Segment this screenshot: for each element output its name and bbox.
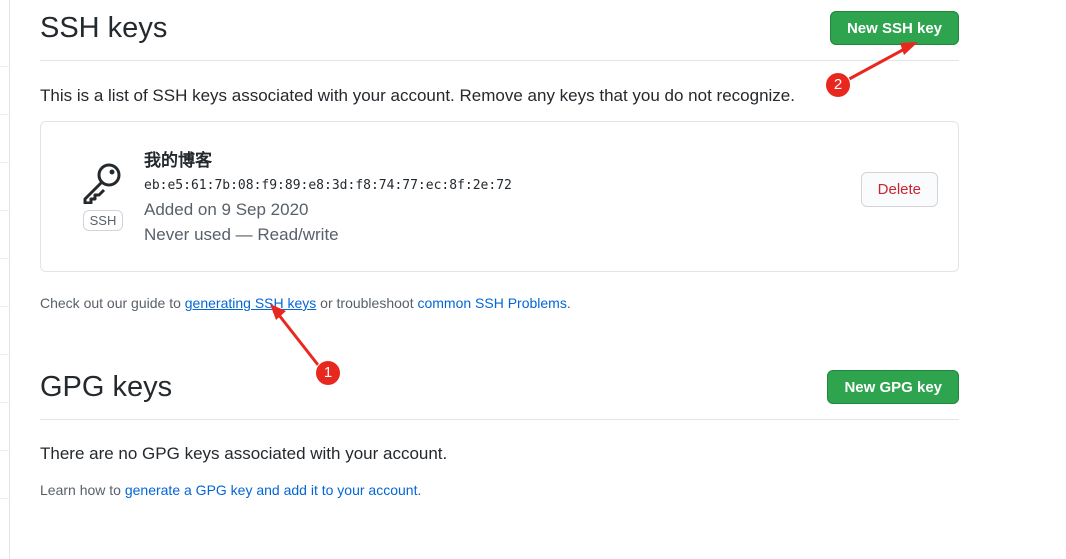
rail-divider	[0, 354, 10, 355]
ssh-key-name: 我的博客	[144, 151, 212, 170]
rail-divider	[0, 66, 10, 67]
rail-divider	[0, 162, 10, 163]
rail-divider	[0, 498, 10, 499]
annotation-badge-1: 1	[315, 360, 341, 386]
new-ssh-key-button[interactable]: New SSH key	[829, 11, 959, 45]
ssh-keys-description: This is a list of SSH keys associated wi…	[40, 86, 795, 105]
ssh-keys-header: SSH keys New SSH key	[40, 0, 959, 61]
new-gpg-key-button[interactable]: New GPG key	[827, 370, 959, 404]
rail-divider	[0, 402, 10, 403]
gpg-keys-header: GPG keys New GPG key	[40, 359, 959, 420]
generate-gpg-key-link[interactable]: generate a GPG key and add it to your ac…	[125, 482, 418, 498]
rail-divider	[0, 450, 10, 451]
settings-main: SSH keys New SSH key This is a list of S…	[40, 0, 959, 498]
ssh-type-badge: SSH	[82, 210, 124, 231]
ssh-key-usage: Never used — Read/write	[144, 225, 339, 244]
ssh-help-prefix: Check out our guide to	[40, 295, 185, 311]
common-ssh-problems-link[interactable]: common SSH Problems	[417, 295, 566, 311]
ssh-key-icon-block: SSH	[81, 160, 125, 231]
delete-ssh-key-button[interactable]: Delete	[860, 172, 938, 207]
gpg-help-prefix: Learn how to	[40, 482, 125, 498]
gpg-keys-title: GPG keys	[40, 371, 173, 403]
ssh-help-middle: or troubleshoot	[316, 295, 418, 311]
key-icon	[83, 163, 121, 204]
gpg-help-text: Learn how to generate a GPG key and add …	[40, 482, 959, 498]
annotation-badge-2: 2	[825, 72, 851, 98]
rail-divider	[0, 114, 10, 115]
rail-divider	[0, 258, 10, 259]
ssh-key-fingerprint: eb:e5:61:7b:08:f9:89:e8:3d:f8:74:77:ec:8…	[144, 178, 512, 193]
ssh-help-text: Check out our guide to generating SSH ke…	[40, 295, 959, 311]
ssh-keys-title: SSH keys	[40, 12, 168, 44]
left-rail	[0, 0, 10, 559]
gpg-empty-message: There are no GPG keys associated with yo…	[40, 444, 448, 463]
generating-ssh-keys-link[interactable]: generating SSH keys	[185, 295, 317, 311]
gpg-keys-section: GPG keys New GPG key There are no GPG ke…	[40, 359, 959, 498]
ssh-key-item: SSH 我的博客 eb:e5:61:7b:08:f9:89:e8:3d:f8:7…	[40, 121, 959, 272]
rail-divider	[0, 210, 10, 211]
rail-divider	[0, 306, 10, 307]
ssh-help-suffix: .	[566, 295, 571, 311]
ssh-key-details: 我的博客 eb:e5:61:7b:08:f9:89:e8:3d:f8:74:77…	[144, 146, 512, 245]
gpg-help-suffix: .	[417, 482, 422, 498]
ssh-key-added-date: Added on 9 Sep 2020	[144, 200, 309, 219]
